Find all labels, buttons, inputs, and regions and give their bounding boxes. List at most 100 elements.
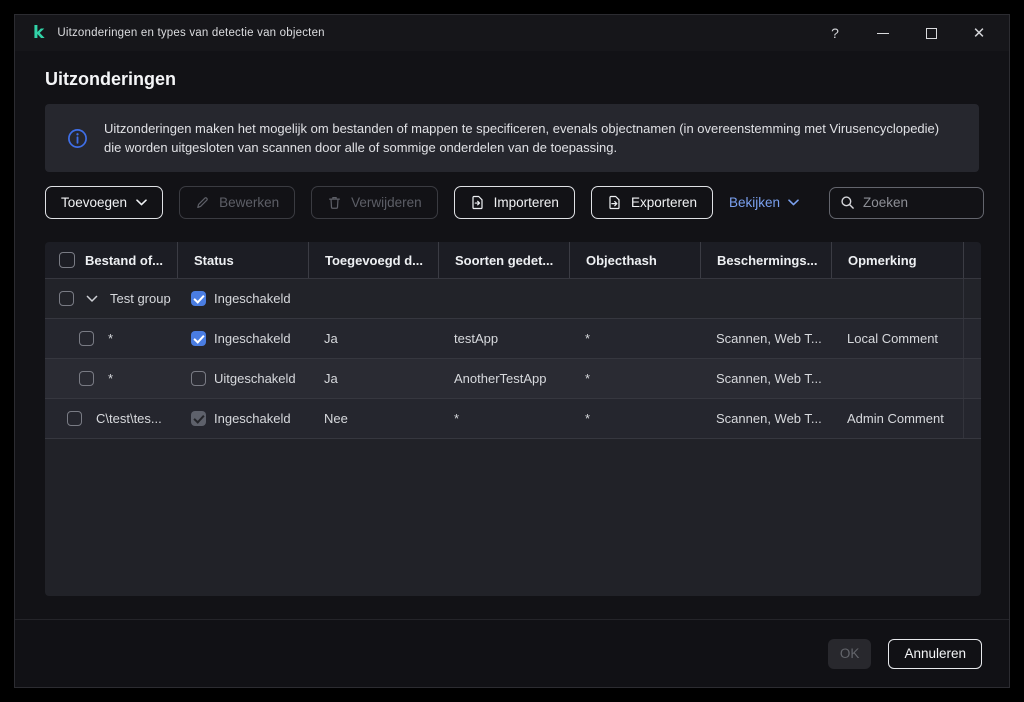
cell-file: C\test\tes... xyxy=(45,399,177,438)
maximize-button[interactable] xyxy=(921,23,941,43)
search-icon xyxy=(840,195,855,210)
expand-chevron-icon[interactable] xyxy=(86,295,98,303)
cell-comment xyxy=(831,359,963,398)
hash-value: * xyxy=(585,411,590,426)
row-checkbox[interactable] xyxy=(67,411,82,426)
info-banner: Uitzonderingen maken het mogelijk om bes… xyxy=(45,104,979,172)
add-button[interactable]: Toevoegen xyxy=(45,186,163,219)
status-checkbox[interactable] xyxy=(191,371,206,386)
minimize-button[interactable] xyxy=(873,23,893,43)
cell-file: * xyxy=(45,319,177,358)
toolbar: Toevoegen Bewerken Verwijderen xyxy=(45,186,979,219)
cell-group-status: Ingeschakeld xyxy=(177,279,308,318)
cell-empty xyxy=(963,359,981,398)
delete-button[interactable]: Verwijderen xyxy=(311,186,438,219)
cell-status: Uitgeschakeld xyxy=(177,359,308,398)
help-button[interactable]: ? xyxy=(825,23,845,43)
cell-empty xyxy=(831,279,963,318)
ok-button[interactable]: OK xyxy=(828,639,872,669)
types-value: * xyxy=(454,411,459,426)
export-button-label: Exporteren xyxy=(631,195,697,210)
status-checkbox[interactable] xyxy=(191,411,206,426)
export-button[interactable]: Exporteren xyxy=(591,186,713,219)
table-row[interactable]: * Uitgeschakeld Ja AnotherTestApp * Scan… xyxy=(45,358,981,398)
cell-protection: Scannen, Web T... xyxy=(700,319,831,358)
group-status-label: Ingeschakeld xyxy=(214,291,291,306)
added-value: Nee xyxy=(324,411,348,426)
search-box xyxy=(829,187,984,219)
cancel-button[interactable]: Annuleren xyxy=(888,639,982,669)
import-button[interactable]: Importeren xyxy=(454,186,575,219)
group-row[interactable]: Test group Ingeschakeld xyxy=(45,278,981,318)
edit-button-label: Bewerken xyxy=(219,195,279,210)
cell-objecthash: * xyxy=(569,399,700,438)
protection-value: Scannen, Web T... xyxy=(716,371,822,386)
window-title: Uitzonderingen en types van detectie van… xyxy=(57,27,324,39)
trash-icon xyxy=(327,195,342,210)
pencil-icon xyxy=(195,195,210,210)
window-controls: ? ✕ xyxy=(825,23,989,43)
table-row[interactable]: * Ingeschakeld Ja testApp * Scannen, Web… xyxy=(45,318,981,358)
search-input[interactable] xyxy=(863,195,973,210)
header-status[interactable]: Status xyxy=(177,242,308,278)
hash-value: * xyxy=(585,371,590,386)
header-objecthash-label: Objecthash xyxy=(586,253,657,268)
header-comment[interactable]: Opmerking xyxy=(831,242,963,278)
import-button-label: Importeren xyxy=(494,195,559,210)
added-value: Ja xyxy=(324,371,338,386)
header-protection[interactable]: Beschermings... xyxy=(700,242,831,278)
types-value: AnotherTestApp xyxy=(454,371,547,386)
kaspersky-logo-icon: k xyxy=(33,25,44,42)
select-all-checkbox[interactable] xyxy=(59,252,75,268)
cell-empty xyxy=(569,279,700,318)
header-spacer xyxy=(963,242,981,278)
row-checkbox[interactable] xyxy=(79,331,94,346)
cell-empty xyxy=(963,319,981,358)
table-row[interactable]: C\test\tes... Ingeschakeld Nee * * Scann… xyxy=(45,398,981,438)
header-types-label: Soorten gedet... xyxy=(455,253,553,268)
added-value: Ja xyxy=(324,331,338,346)
cell-file: * xyxy=(45,359,177,398)
cell-comment: Local Comment xyxy=(831,319,963,358)
comment-value: Admin Comment xyxy=(847,411,944,426)
app-window: k Uitzonderingen en types van detectie v… xyxy=(14,14,1010,688)
cell-empty xyxy=(700,279,831,318)
cell-types: AnotherTestApp xyxy=(438,359,569,398)
header-protection-label: Beschermings... xyxy=(717,253,817,268)
chevron-down-icon xyxy=(788,199,799,206)
header-added-label: Toegevoegd d... xyxy=(325,253,423,268)
header-added[interactable]: Toegevoegd d... xyxy=(308,242,438,278)
file-value: * xyxy=(108,331,113,346)
header-comment-label: Opmerking xyxy=(848,253,917,268)
table-empty-area xyxy=(45,438,981,596)
hash-value: * xyxy=(585,331,590,346)
help-icon: ? xyxy=(831,25,839,41)
dialog-footer: OK Annuleren xyxy=(15,619,1009,687)
cell-empty xyxy=(308,279,438,318)
cell-added: Nee xyxy=(308,399,438,438)
cell-types: testApp xyxy=(438,319,569,358)
titlebar: k Uitzonderingen en types van detectie v… xyxy=(15,15,1009,51)
status-label: Uitgeschakeld xyxy=(214,371,296,386)
edit-button[interactable]: Bewerken xyxy=(179,186,295,219)
file-value: C\test\tes... xyxy=(96,411,162,426)
cell-empty xyxy=(438,279,569,318)
protection-value: Scannen, Web T... xyxy=(716,331,822,346)
delete-button-label: Verwijderen xyxy=(351,195,422,210)
view-dropdown[interactable]: Bekijken xyxy=(729,195,799,210)
cell-objecthash: * xyxy=(569,359,700,398)
exclusions-table: Bestand of... Status Toegevoegd d... Soo… xyxy=(45,242,981,596)
header-objecthash[interactable]: Objecthash xyxy=(569,242,700,278)
info-icon xyxy=(67,128,88,149)
export-icon xyxy=(607,195,622,210)
group-row-checkbox[interactable] xyxy=(59,291,74,306)
row-checkbox[interactable] xyxy=(79,371,94,386)
group-status-checkbox[interactable] xyxy=(191,291,206,306)
import-icon xyxy=(470,195,485,210)
status-checkbox[interactable] xyxy=(191,331,206,346)
cell-added: Ja xyxy=(308,319,438,358)
close-button[interactable]: ✕ xyxy=(969,23,989,43)
header-file[interactable]: Bestand of... xyxy=(45,242,177,278)
cell-empty xyxy=(963,279,981,318)
header-types[interactable]: Soorten gedet... xyxy=(438,242,569,278)
